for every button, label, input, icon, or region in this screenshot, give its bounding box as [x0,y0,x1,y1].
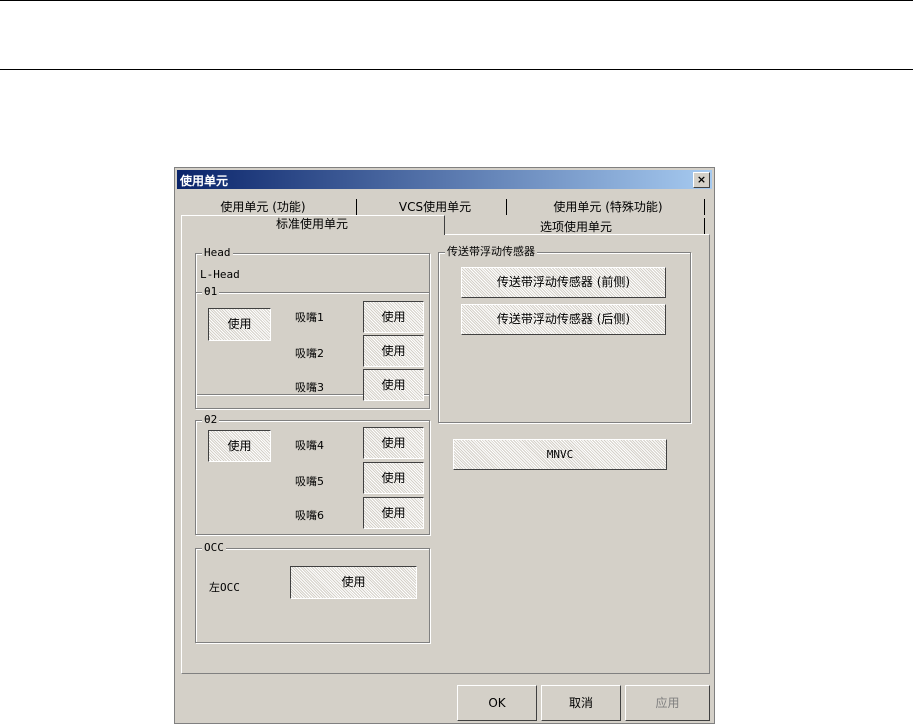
document-top-border [0,0,913,1]
tab-standard[interactable]: 标准使用单元 [181,216,443,232]
head-name-label: L-Head [200,268,240,281]
cancel-button[interactable]: 取消 [541,685,621,721]
theta2-use-button[interactable]: 使用 [208,430,271,462]
nozzle-3-label: 吸嘴3 [295,381,324,394]
document-rule [0,69,913,70]
occ-group-label: OCC [202,541,226,555]
theta1-group-label: θ1 [202,285,220,299]
occ-left-use-button[interactable]: 使用 [290,566,417,599]
title-bar: 使用单元 × [177,170,712,189]
nozzle-5-use-button[interactable]: 使用 [363,462,424,494]
nozzle-4-use-button[interactable]: 使用 [363,427,424,459]
nozzle-6-use-button[interactable]: 使用 [363,497,424,529]
nozzle-2-use-button[interactable]: 使用 [363,335,424,367]
tab-separator [356,199,357,215]
nozzle-1-label: 吸嘴1 [295,311,324,324]
tab-vcs[interactable]: VCS使用单元 [365,199,505,215]
ok-button[interactable]: OK [457,685,537,721]
window-title: 使用单元 [180,174,229,188]
tab-separator [704,199,705,215]
conveyor-sensor-group-label: 传送带浮动传感器 [445,245,537,259]
theta2-group: θ2 使用 吸嘴4 使用 吸嘴5 使用 吸嘴6 使用 [195,413,430,535]
tab-separator [506,199,507,215]
theta2-group-label: θ2 [202,413,220,427]
apply-button[interactable]: 应用 [625,685,710,721]
close-button[interactable]: × [693,172,710,188]
use-unit-dialog: 使用单元 × 使用单元 (功能) VCS使用单元 使用单元 (特殊功能) 标准使… [174,167,715,724]
tab-function[interactable]: 使用单元 (功能) [183,199,343,215]
occ-group: OCC 左OCC 使用 [195,541,430,643]
tab-separator [704,218,705,234]
theta1-group: θ1 使用 吸嘴1 使用 吸嘴2 使用 吸嘴3 使用 [195,285,430,409]
theta1-use-button[interactable]: 使用 [208,308,271,341]
tab-optional[interactable]: 选项使用单元 [445,219,707,235]
tab-panel: Head L-Head θ1 使用 吸嘴1 使用 吸嘴2 使用 吸嘴3 使用 θ… [181,234,710,674]
head-group-label: Head [202,246,233,260]
nozzle-5-label: 吸嘴5 [295,475,324,488]
nozzle-4-label: 吸嘴4 [295,439,324,452]
conveyor-sensor-group: 传送带浮动传感器 传送带浮动传感器 (前侧) 传送带浮动传感器 (后侧) [438,245,691,423]
conveyor-sensor-rear-button[interactable]: 传送带浮动传感器 (后侧) [461,304,666,335]
conveyor-sensor-front-button[interactable]: 传送带浮动传感器 (前侧) [461,267,666,298]
nozzle-3-use-button[interactable]: 使用 [363,369,424,401]
close-icon: × [696,173,707,186]
occ-left-label: 左OCC [209,581,240,594]
nozzle-2-label: 吸嘴2 [295,347,324,360]
nozzle-6-label: 吸嘴6 [295,509,324,522]
mnvc-button[interactable]: MNVC [453,439,667,470]
nozzle-1-use-button[interactable]: 使用 [363,301,424,333]
tab-special-function[interactable]: 使用单元 (特殊功能) [513,199,703,215]
